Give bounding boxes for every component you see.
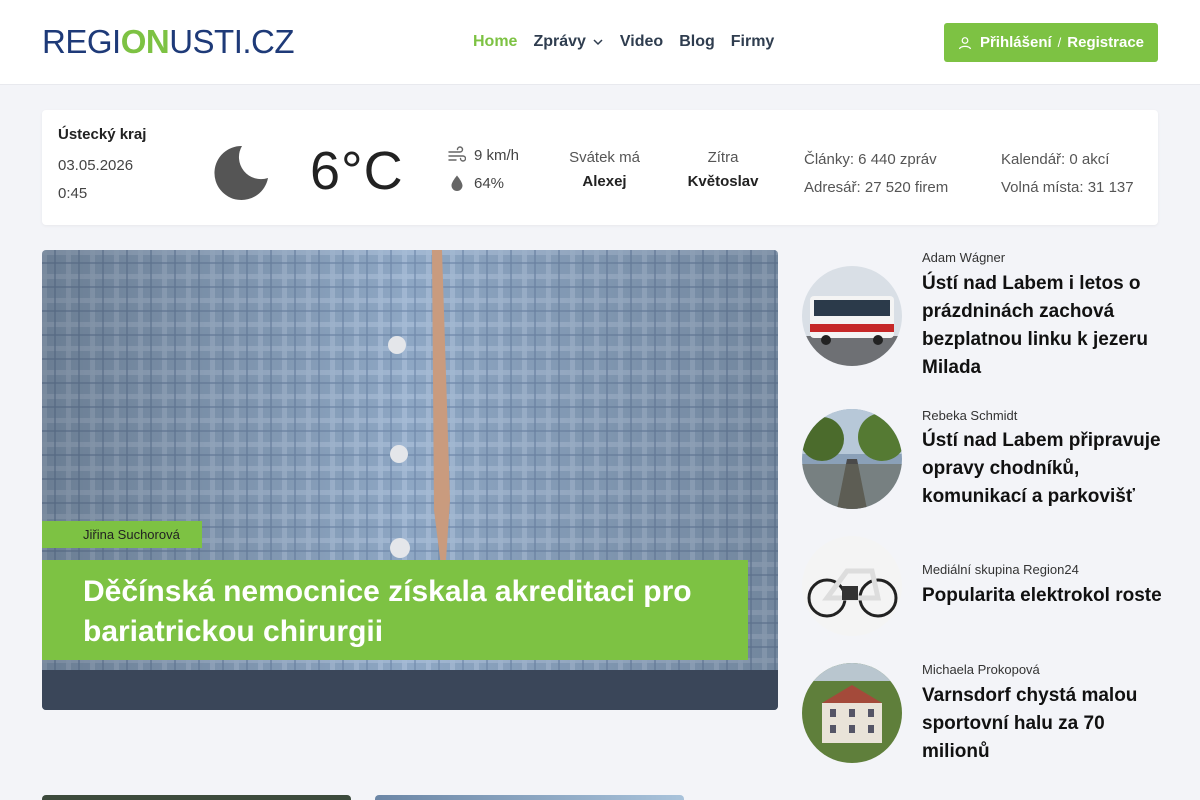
nameday: Svátek má Alexej xyxy=(557,146,652,194)
main-nav: Home Zprávy Video Blog Firmy xyxy=(473,33,774,51)
jobs-count[interactable]: Volná místa: 31 137 xyxy=(1001,174,1134,202)
site-stats-right: Kalendář: 0 akcí Volná místa: 31 137 xyxy=(1001,146,1134,202)
article-card-image[interactable] xyxy=(375,795,684,800)
side-article-author[interactable]: Michaela Prokopová xyxy=(922,662,1040,677)
side-article-title[interactable]: Popularita elektrokol roste xyxy=(922,582,1162,610)
side-article[interactable]: Rebeka Schmidt Ústí nad Labem připravuje… xyxy=(802,407,1162,517)
temperature: 6°C xyxy=(310,141,404,201)
side-article-title[interactable]: Ústí nad Labem připravuje opravy chodník… xyxy=(922,427,1162,511)
side-article[interactable]: Mediální skupina Region24 Popularita ele… xyxy=(802,535,1162,645)
nav-blog[interactable]: Blog xyxy=(679,33,715,51)
nav-zpravy-label: Zprávy xyxy=(533,33,586,50)
nameday-tomorrow: Zítra Květoslav xyxy=(674,146,772,194)
articles-count[interactable]: Články: 6 440 zpráv xyxy=(804,146,948,174)
main-article-title-box: Děčínská nemocnice získala akreditaci pr… xyxy=(42,560,748,660)
tomorrow-name: Květoslav xyxy=(687,173,759,190)
side-article-author[interactable]: Mediální skupina Region24 xyxy=(922,562,1079,577)
info-bar: Ústecký kraj 03.05.2026 0:45 6°C 9 km/h … xyxy=(42,110,1158,225)
side-article[interactable]: Michaela Prokopová Varnsdorf chystá malo… xyxy=(802,662,1162,772)
main-article-author[interactable]: Jiřina Suchorová xyxy=(42,521,202,548)
article-card-image[interactable] xyxy=(42,795,351,800)
wind-value: 9 km/h xyxy=(474,146,520,164)
calendar-count[interactable]: Kalendář: 0 akcí xyxy=(1001,146,1134,174)
nameday-label: Svátek má xyxy=(569,149,640,166)
humidity: 64% xyxy=(448,174,504,192)
nav-zpravy[interactable]: Zprávy xyxy=(533,33,603,51)
login-label: Přihlášení xyxy=(979,34,1052,51)
side-article-thumb-street xyxy=(802,409,902,509)
current-date: 03.05.2026 xyxy=(58,157,134,174)
site-stats-left: Články: 6 440 zpráv Adresář: 27 520 fire… xyxy=(804,146,948,202)
side-article-title[interactable]: Varnsdorf chystá malou sportovní halu za… xyxy=(922,682,1162,766)
user-icon xyxy=(958,36,972,49)
side-article-thumb-bus xyxy=(802,266,902,366)
register-label: Registrace xyxy=(1067,34,1145,51)
current-time: 0:45 xyxy=(58,185,88,202)
side-article[interactable]: Adam Wágner Ústí nad Labem i letos o prá… xyxy=(802,250,1162,390)
logo-text-on: ON xyxy=(120,23,170,60)
login-separator: / xyxy=(1057,35,1062,50)
nav-firmy[interactable]: Firmy xyxy=(731,33,775,51)
chevron-down-icon xyxy=(593,39,603,46)
droplet-icon xyxy=(451,175,463,191)
side-article-author[interactable]: Rebeka Schmidt xyxy=(922,408,1017,423)
login-register-button[interactable]: Přihlášení / Registrace xyxy=(944,23,1158,62)
side-article-author[interactable]: Adam Wágner xyxy=(922,250,1005,265)
moon-icon xyxy=(214,145,268,200)
site-logo[interactable]: REGI ON USTI.CZ xyxy=(42,22,295,62)
region-name: Ústecký kraj xyxy=(58,126,147,143)
logo-text-usti: USTI.CZ xyxy=(169,23,295,60)
side-article-thumb-ebike xyxy=(802,536,902,636)
humidity-value: 64% xyxy=(474,174,505,192)
directory-count[interactable]: Adresář: 27 520 firem xyxy=(804,174,948,202)
main-article-title[interactable]: Děčínská nemocnice získala akreditaci pr… xyxy=(83,572,728,652)
logo-text-regi: REGI xyxy=(42,23,121,60)
side-article-thumb-building xyxy=(802,663,902,763)
tomorrow-label: Zítra xyxy=(707,149,739,166)
side-article-title[interactable]: Ústí nad Labem i letos o prázdninách zac… xyxy=(922,270,1162,382)
wind-speed: 9 km/h xyxy=(448,146,519,164)
nav-home[interactable]: Home xyxy=(473,33,517,51)
wind-icon xyxy=(448,146,466,162)
nameday-name: Alexej xyxy=(582,173,627,190)
site-header: REGI ON USTI.CZ Home Zprávy Video Blog Fir… xyxy=(0,0,1200,85)
main-article[interactable]: Jiřina Suchorová Děčínská nemocnice získ… xyxy=(42,250,778,710)
nav-video[interactable]: Video xyxy=(620,33,663,51)
